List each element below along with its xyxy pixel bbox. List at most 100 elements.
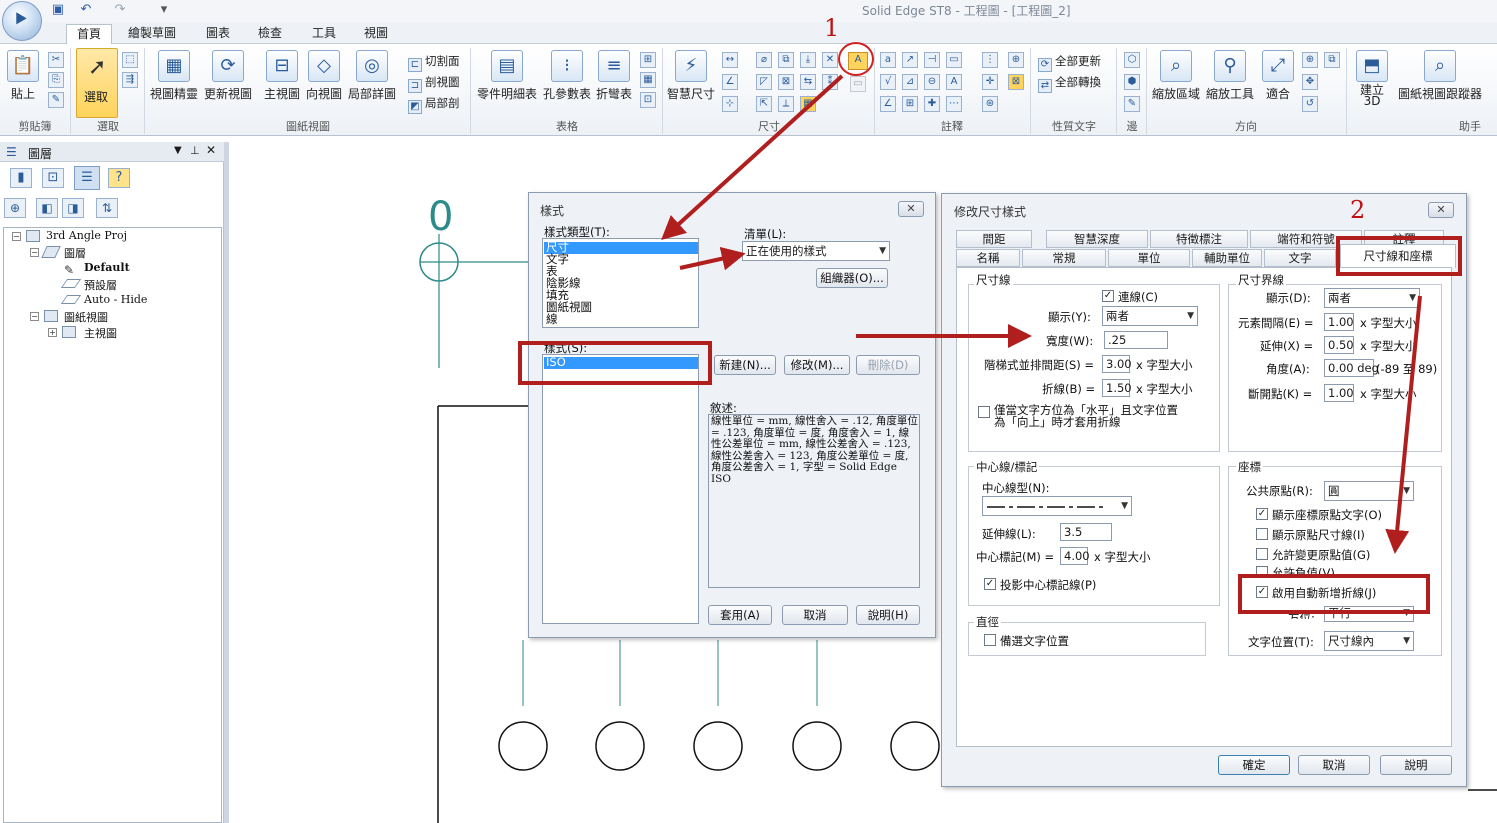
chevron-down-icon: ▼ [1121, 501, 1128, 511]
step-1-marker: 1 [824, 14, 840, 42]
centerline-pattern-icon [987, 506, 1103, 508]
tab-secondary-units[interactable]: 輔助單位 [1192, 249, 1262, 267]
hole-circle [595, 721, 645, 771]
show-origin-dim-checkbox[interactable] [1256, 528, 1268, 540]
show-origin-text-checkbox[interactable]: ✓ [1256, 508, 1268, 520]
tab-name[interactable]: 名稱 [956, 249, 1020, 267]
angle-range: (-89 至 89) [1376, 362, 1438, 376]
style-type-item[interactable]: 線 [546, 313, 558, 325]
dim-display-value: 兩者 [1106, 309, 1129, 323]
proj-break-label: 斷開點(K) = [1248, 387, 1313, 401]
view-label: 0 [428, 194, 453, 240]
organizer-button[interactable]: 組織器(O)... [816, 268, 888, 288]
auto-jog-highlight-box [1238, 574, 1430, 614]
new-style-button[interactable]: 新建(N)... [714, 355, 776, 375]
proj-break-field[interactable]: 1.00 [1324, 384, 1354, 402]
stack-pitch-field[interactable]: 3.00 [1102, 355, 1132, 373]
tab-spacing[interactable]: 間距 [956, 230, 1032, 248]
modify-cancel-button[interactable]: 取消 [1298, 755, 1370, 775]
horizontal-only-label: 僅當文字方位為「水平」且文字位置 為「向上」時才套用折線 [994, 403, 1178, 429]
horizontal-only-checkbox[interactable] [978, 406, 990, 418]
gap-unit: x 字型大小 [1360, 316, 1417, 330]
proj-display-value: 兩者 [1328, 291, 1351, 305]
origin-dropdown[interactable]: 圓 ▼ [1324, 481, 1414, 501]
extend-field[interactable]: 0.50 [1324, 336, 1354, 354]
lines-tab-highlight-box [1336, 236, 1462, 276]
projection-line-group-title: 尺寸界線 [1236, 272, 1286, 288]
dimension-line-group-title: 尺寸線 [974, 272, 1013, 288]
centerline-type-label: 中心線型(N): [982, 481, 1050, 495]
project-marks-checkbox[interactable]: ✓ [984, 578, 996, 590]
centerline-type-dropdown[interactable]: ▼ [982, 496, 1132, 516]
chevron-down-icon: ▼ [1187, 311, 1194, 321]
dim-width-label: 寬度(W): [1046, 334, 1094, 348]
step-2-marker: 2 [1350, 196, 1366, 224]
angle-field[interactable]: 0.00 deg [1324, 359, 1379, 377]
center-mark-label: 中心標記(M) = [976, 550, 1055, 564]
proj-break-unit: x 字型大小 [1360, 387, 1417, 401]
tab-smart-depth[interactable]: 智慧深度 [1046, 230, 1148, 248]
break-label: 折線(B) = [1042, 382, 1096, 396]
tab-text[interactable]: 文字 [1264, 249, 1336, 267]
extension-label: 延伸線(L): [982, 527, 1036, 541]
chevron-down-icon: ▼ [1403, 486, 1410, 496]
center-mark-unit: x 字型大小 [1094, 550, 1151, 564]
chevron-down-icon: ▼ [879, 246, 886, 256]
center-mark-field[interactable]: 4.00 [1060, 547, 1090, 565]
help-button[interactable]: 說明(H) [856, 605, 920, 625]
angle-label: 角度(A): [1266, 362, 1310, 376]
project-marks-label: 投影中心標記線(P) [1000, 578, 1097, 592]
application-menu-button[interactable]: ⯈ [2, 1, 42, 41]
hole-circle [792, 721, 842, 771]
description-text: 線性單位 = mm, 線性舍入 = .12, 角度單位 = .123, 角度單位… [711, 415, 918, 485]
extend-unit: x 字型大小 [1360, 339, 1417, 353]
allow-origin-change-checkbox[interactable] [1256, 548, 1268, 560]
hole-circle [498, 721, 548, 771]
list-dropdown[interactable]: 正在使用的樣式 ▼ [742, 241, 890, 261]
apply-button[interactable]: 套用(A) [708, 605, 772, 625]
extend-label: 延伸(X) = [1260, 339, 1314, 353]
hole-circle [890, 721, 940, 771]
list-label: 清單(L): [744, 227, 787, 241]
origin-value: 圓 [1328, 484, 1340, 498]
chevron-down-icon: ▼ [1409, 293, 1416, 303]
text-position-value: 尺寸線內 [1328, 634, 1374, 648]
centerline-group-title: 中心線/標記 [974, 459, 1040, 475]
modify-help-button[interactable]: 說明 [1380, 755, 1452, 775]
alt-text-pos-checkbox[interactable] [984, 634, 996, 646]
cancel-button[interactable]: 取消 [782, 605, 848, 625]
modify-dialog-title: 修改尺寸樣式 [954, 205, 1027, 219]
diameter-group-title: 直徑 [974, 614, 1001, 630]
ok-button[interactable]: 確定 [1218, 755, 1290, 775]
dim-display-label: 顯示(Y): [1048, 310, 1091, 324]
stack-pitch-label: 階梯式並排間距(S) = [984, 358, 1095, 372]
style-dialog-title: 樣式 [540, 204, 565, 218]
style-button-highlight-circle [838, 42, 874, 76]
extension-field[interactable]: 3.5 [1060, 523, 1112, 541]
connect-line-label: 連線(C) [1118, 290, 1159, 304]
tab-general[interactable]: 常規 [1022, 249, 1106, 267]
break-field[interactable]: 1.50 [1102, 379, 1132, 397]
styles-list[interactable] [542, 354, 699, 624]
allow-origin-change-label: 允許變更原點值(G) [1272, 548, 1371, 562]
coordinate-group-title: 座標 [1236, 459, 1263, 475]
origin-label: 公共原點(R): [1246, 484, 1313, 498]
style-dialog-close-button[interactable]: ✕ [898, 201, 924, 217]
gap-label: 元素間隔(E) = [1238, 316, 1314, 330]
show-origin-dim-label: 顯示原點尺寸線(I) [1272, 528, 1365, 542]
modify-style-button[interactable]: 修改(M)... [784, 355, 850, 375]
break-unit: x 字型大小 [1136, 382, 1193, 396]
modify-dialog-close-button[interactable]: ✕ [1428, 202, 1454, 218]
connect-line-checkbox[interactable]: ✓ [1102, 290, 1114, 302]
tab-units[interactable]: 單位 [1108, 249, 1190, 267]
dim-width-field[interactable]: .25 [1104, 331, 1168, 349]
hole-circle [693, 721, 743, 771]
delete-style-button[interactable]: 刪除(D) [856, 355, 920, 375]
text-position-dropdown[interactable]: 尺寸線內 ▼ [1324, 631, 1414, 651]
styles-highlight-box [518, 341, 712, 385]
dim-display-dropdown[interactable]: 兩者 ▼ [1102, 306, 1198, 326]
tab-feature-callout[interactable]: 特徵標注 [1150, 230, 1248, 248]
proj-display-dropdown[interactable]: 兩者 ▼ [1324, 288, 1420, 308]
alt-text-pos-label: 備選文字位置 [1000, 634, 1069, 648]
gap-field[interactable]: 1.00 [1324, 313, 1354, 331]
